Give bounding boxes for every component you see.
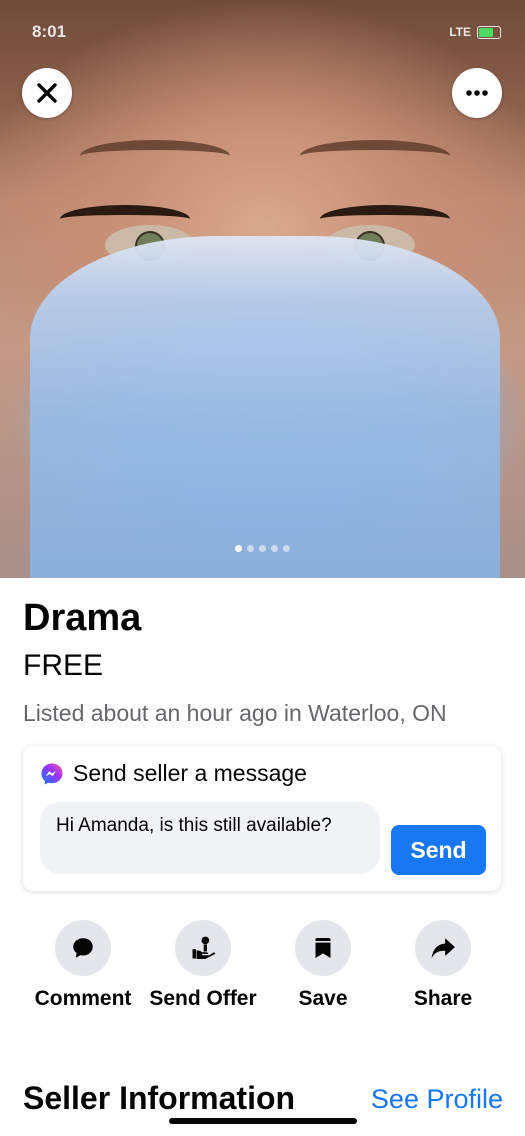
send-button[interactable]: Send (391, 825, 486, 875)
action-label: Comment (34, 987, 132, 1010)
offer-icon (175, 920, 231, 976)
pagination-dot[interactable] (247, 545, 254, 552)
status-time: 8:01 (32, 22, 67, 41)
action-label: Send Offer (149, 987, 257, 1010)
action-label: Save (298, 987, 348, 1010)
photo-detail (320, 205, 450, 233)
network-label: LTE (449, 25, 471, 39)
close-icon (37, 83, 57, 103)
listing-title: Drama (23, 597, 142, 639)
battery-icon (477, 25, 501, 39)
photo-detail (60, 205, 190, 233)
photo-detail (80, 140, 230, 172)
message-seller-card: Send seller a message Hi Amanda, is this… (23, 746, 501, 891)
bookmark-icon (295, 920, 351, 976)
listing-price: FREE (23, 649, 104, 682)
status-bar: 8:01 LTE (32, 20, 501, 44)
send-offer-button[interactable]: Send Offer (143, 920, 263, 1012)
save-button[interactable]: Save (263, 920, 383, 1012)
photo-pagination (0, 545, 525, 552)
see-profile-link[interactable]: See Profile (371, 1084, 503, 1115)
pagination-dot[interactable] (259, 545, 266, 552)
pagination-dot[interactable] (271, 545, 278, 552)
comment-button[interactable]: Comment (23, 920, 143, 1012)
message-heading: Send seller a message (40, 760, 307, 787)
seller-information-heading: Seller Information (23, 1080, 296, 1116)
home-indicator[interactable] (169, 1118, 357, 1124)
more-icon (466, 90, 488, 96)
close-button[interactable] (22, 68, 72, 118)
message-heading-label: Send seller a message (73, 760, 307, 786)
messenger-icon (41, 763, 63, 784)
more-options-button[interactable] (452, 68, 502, 118)
message-input[interactable]: Hi Amanda, is this still available? (40, 802, 380, 874)
action-bar: Comment Send Offer Save Share (23, 920, 503, 1012)
photo-detail (300, 140, 450, 172)
comment-icon (55, 920, 111, 976)
status-icons: LTE (449, 25, 501, 39)
pagination-dot-active[interactable] (235, 545, 242, 552)
share-button[interactable]: Share (383, 920, 503, 1012)
action-label: Share (413, 987, 473, 1010)
listing-photo[interactable] (0, 0, 525, 578)
share-icon (415, 920, 471, 976)
photo-detail (30, 236, 500, 578)
pagination-dot[interactable] (283, 545, 290, 552)
listing-meta: Listed about an hour ago in Waterloo, ON (23, 700, 447, 726)
